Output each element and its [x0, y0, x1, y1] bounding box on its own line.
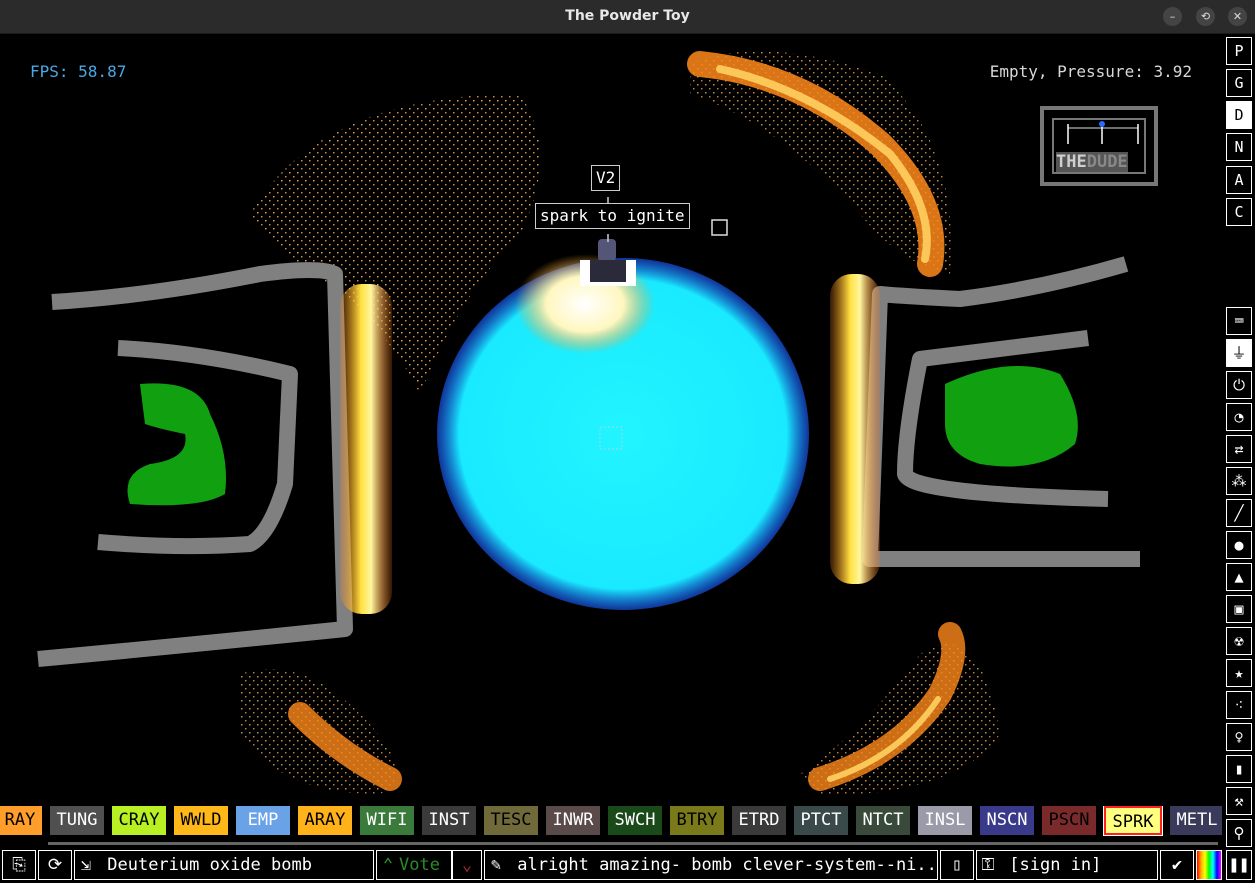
- element-sprk[interactable]: SPRK: [1103, 806, 1163, 836]
- spray-icon[interactable]: ⁂: [1226, 467, 1252, 495]
- element-etrd[interactable]: ETRD: [732, 806, 786, 835]
- element-swch[interactable]: SWCH: [608, 806, 662, 835]
- power-icon[interactable]: ⏻: [1226, 371, 1252, 399]
- hammer-icon[interactable]: ⚒: [1226, 787, 1252, 815]
- save-icon: ⇲: [80, 855, 92, 875]
- element-bar-scrollbar[interactable]: [48, 842, 1218, 845]
- magnifier-icon[interactable]: ⚲: [1226, 819, 1252, 847]
- keyboard-icon[interactable]: ⌨: [1226, 307, 1252, 335]
- bulb-icon[interactable]: ♀: [1226, 723, 1252, 751]
- element-ray[interactable]: RAY: [0, 806, 42, 835]
- new-simulation-button[interactable]: ▯: [940, 850, 974, 880]
- title-bar: The Powder Toy – ⟲ ✕: [0, 0, 1255, 34]
- dude-figures-icon: [1067, 121, 1139, 144]
- reload-button[interactable]: ⟳: [38, 850, 72, 880]
- element-bar: RAY TUNG CRAY WWLD EMP ARAY WIFI INST TESC INWR SW…: [0, 806, 1222, 838]
- tags-text: alright amazing- bomb clever-system--ni.…: [517, 855, 938, 875]
- vote-down-button[interactable]: ⌄: [452, 850, 482, 880]
- fps-counter: FPS: 58.87: [30, 62, 127, 81]
- dots-icon[interactable]: ⁖: [1226, 691, 1252, 719]
- thumb-down-icon: ⌄: [461, 855, 473, 875]
- element-inwr[interactable]: INWR: [546, 806, 600, 835]
- marker-square: [711, 219, 728, 236]
- display-mode-a[interactable]: A: [1226, 166, 1252, 194]
- element-insl[interactable]: INSL: [918, 806, 972, 835]
- pause-icon: ❚❚: [1228, 855, 1250, 875]
- minimize-button[interactable]: –: [1163, 7, 1182, 26]
- plant-right: [945, 366, 1078, 467]
- element-nscn[interactable]: NSCN: [980, 806, 1034, 835]
- sign-hint[interactable]: spark to ignite: [535, 203, 690, 229]
- element-inst[interactable]: INST: [422, 806, 476, 835]
- element-aray[interactable]: ARAY: [298, 806, 352, 835]
- flame-left: [340, 284, 392, 614]
- element-ntct[interactable]: NTCT: [856, 806, 910, 835]
- save-name: Deuterium oxide bomb: [107, 855, 312, 875]
- radiation-icon[interactable]: ☢: [1226, 627, 1252, 655]
- the-dude-stamp: THEDUDE: [1040, 106, 1158, 186]
- vote-up-button[interactable]: ⌃ Vote: [376, 850, 452, 880]
- drop-icon[interactable]: ●: [1226, 531, 1252, 559]
- arrows-icon[interactable]: ⇄: [1226, 435, 1252, 463]
- display-mode-g[interactable]: G: [1226, 69, 1252, 97]
- open-icon: ⎘: [12, 855, 26, 875]
- pressure-readout: Empty, Pressure: 3.92: [989, 62, 1192, 81]
- sign-version[interactable]: V2: [591, 165, 621, 191]
- flame-right: [830, 274, 880, 584]
- element-tesc[interactable]: TESC: [484, 806, 538, 835]
- tag-icon: ✎: [490, 855, 502, 875]
- element-wifi[interactable]: WIFI: [360, 806, 414, 835]
- display-mode-n[interactable]: N: [1226, 133, 1252, 161]
- flask-icon[interactable]: ▲: [1226, 563, 1252, 591]
- check-icon: ✔: [1171, 855, 1183, 875]
- sign-in-label: [sign in]: [1009, 855, 1102, 875]
- element-emp[interactable]: EMP: [236, 806, 290, 835]
- window-title: The Powder Toy: [565, 8, 690, 24]
- display-mode-c[interactable]: C: [1226, 198, 1252, 226]
- pause-button[interactable]: ❚❚: [1226, 850, 1252, 880]
- simulation-scene: [37, 51, 1140, 796]
- element-pscn[interactable]: PSCN: [1042, 806, 1096, 835]
- thumb-up-icon: ⌃: [382, 855, 394, 875]
- display-mode-p[interactable]: P: [1226, 37, 1252, 65]
- sign-in-button[interactable]: ⚿ [sign in]: [976, 850, 1158, 880]
- stamp-text: THEDUDE: [1056, 152, 1128, 172]
- pen-icon[interactable]: ╱: [1226, 499, 1252, 527]
- element-btry[interactable]: BTRY: [670, 806, 724, 835]
- settings-button[interactable]: ✔: [1160, 850, 1194, 880]
- igniter-body: [598, 239, 616, 261]
- display-mode-d[interactable]: D: [1226, 101, 1252, 129]
- square-icon[interactable]: ▣: [1226, 595, 1252, 623]
- render-options-button[interactable]: [1196, 850, 1222, 880]
- star-icon[interactable]: ★: [1226, 659, 1252, 687]
- plant-left: [127, 383, 226, 506]
- element-tung[interactable]: TUNG: [50, 806, 104, 835]
- bookmark-icon[interactable]: ▮: [1226, 755, 1252, 783]
- open-save-button[interactable]: ⎘: [2, 850, 36, 880]
- maximize-button[interactable]: ⟲: [1196, 7, 1215, 26]
- element-ptct[interactable]: PTCT: [794, 806, 848, 835]
- close-button[interactable]: ✕: [1228, 7, 1247, 26]
- element-cray[interactable]: CRAY: [112, 806, 166, 835]
- tags-field[interactable]: ✎ alright amazing- bomb clever-system--n…: [484, 850, 938, 880]
- element-metl[interactable]: METL: [1170, 806, 1222, 835]
- save-name-field[interactable]: ⇲ Deuterium oxide bomb: [74, 850, 374, 880]
- element-wwld[interactable]: WWLD: [174, 806, 228, 835]
- document-icon: ▯: [951, 855, 963, 875]
- vote-label: Vote: [399, 855, 440, 875]
- reload-icon: ⟳: [47, 855, 63, 875]
- simulation-canvas[interactable]: FPS: 58.87 Empty, Pressure: 3.92 V2 spar…: [0, 34, 1222, 800]
- bottom-bar: ⎘ ⟳ ⇲ Deuterium oxide bomb ⌃ Vote ⌄ ✎ alr…: [0, 848, 1255, 883]
- gauge-icon[interactable]: ◔: [1226, 403, 1252, 431]
- key-icon: ⚿: [981, 855, 995, 875]
- plug-icon[interactable]: ⏚: [1226, 339, 1252, 367]
